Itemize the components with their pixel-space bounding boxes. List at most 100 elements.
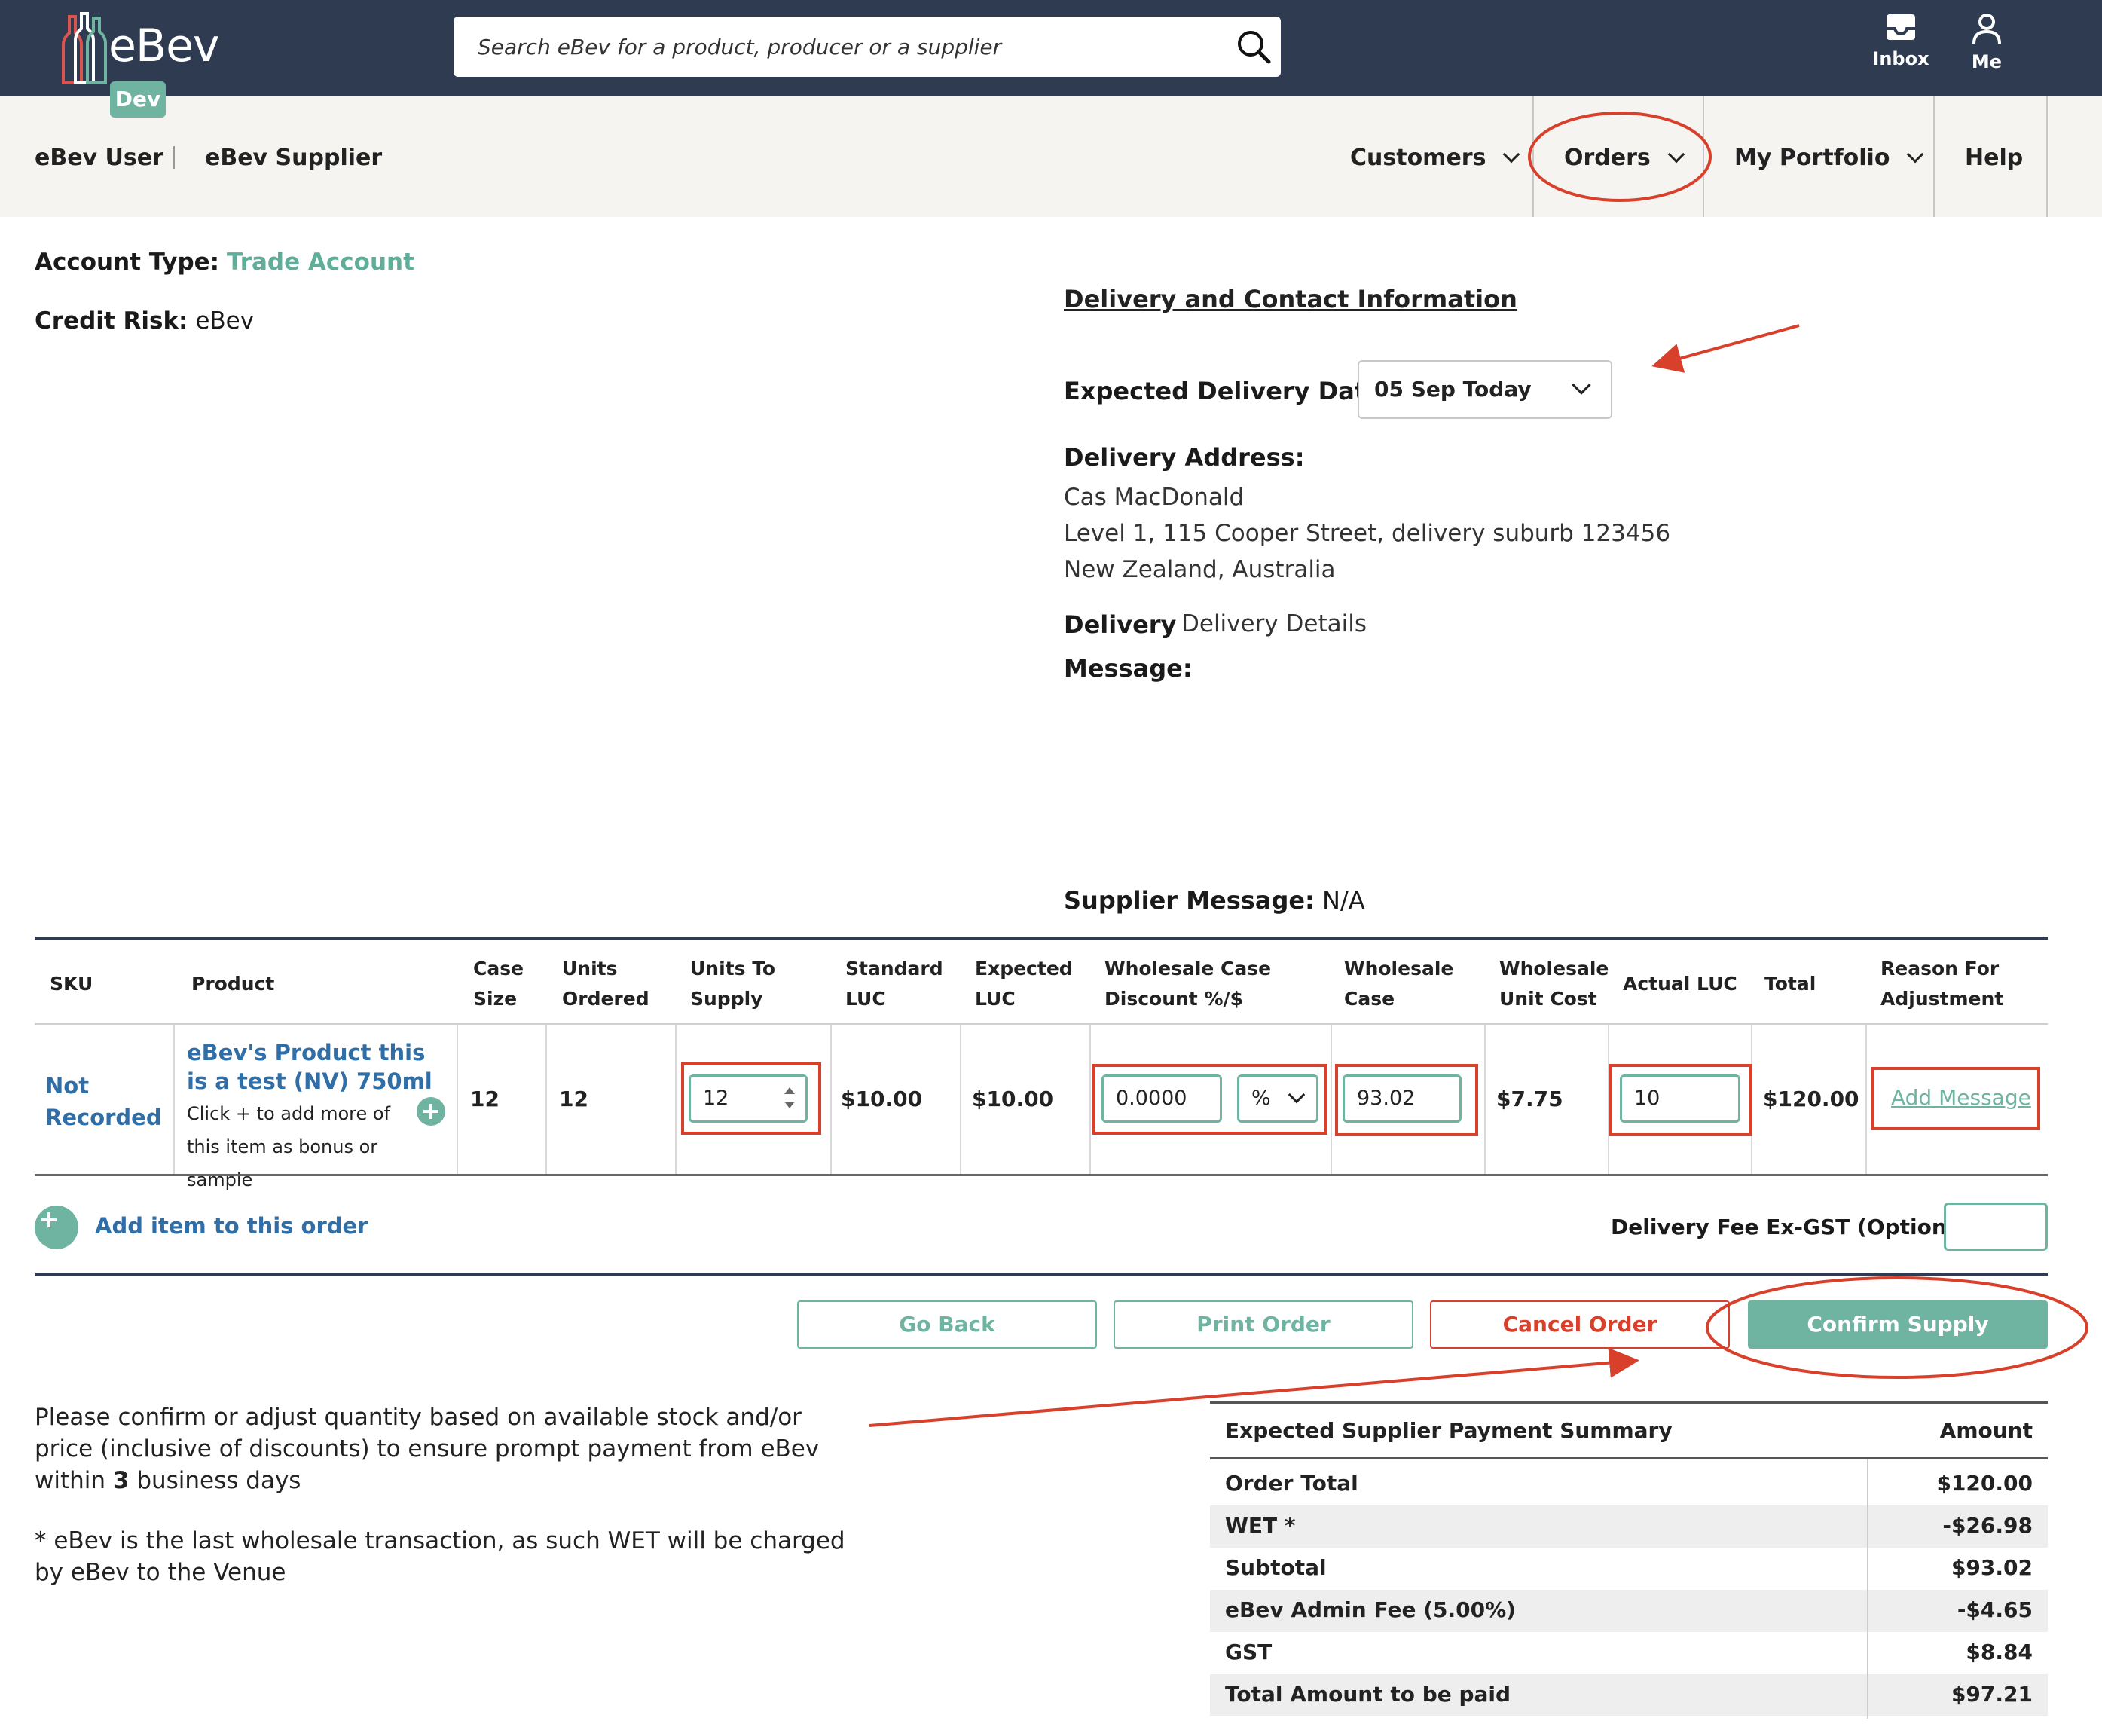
units-to-supply-value: 12: [703, 1087, 729, 1110]
summary-amount-header: Amount: [1939, 1418, 2033, 1443]
discount-type-select[interactable]: %: [1237, 1074, 1318, 1123]
header-line: Wholesale Case: [1104, 958, 1272, 980]
nav-supplier[interactable]: eBev Supplier: [205, 145, 382, 171]
go-back-button[interactable]: Go Back: [797, 1300, 1097, 1349]
me-button[interactable]: Me: [1945, 12, 2028, 84]
summary-row-value: $97.21: [1951, 1682, 2033, 1707]
address-line: New Zealand, Australia: [1064, 556, 1336, 583]
wet-note: * eBev is the last wholesale transaction…: [35, 1527, 845, 1586]
chevron-down-icon: [1288, 1086, 1306, 1104]
stepper-arrows-icon[interactable]: [784, 1087, 795, 1108]
discount-value: 0.0000: [1116, 1087, 1187, 1110]
summary-header: Expected Supplier Payment Summary Amount: [1210, 1410, 2048, 1453]
summary-row-value: $8.84: [1966, 1640, 2033, 1664]
search-bar: [454, 17, 1281, 77]
delivery-message-label: Delivery: [1064, 610, 1177, 639]
header-line: Wholesale: [1499, 958, 1609, 980]
nav-item-my-portfolio[interactable]: My Portfolio: [1734, 145, 1924, 171]
column-divider: [545, 1025, 547, 1174]
summary-title: Expected Supplier Payment Summary: [1225, 1418, 1673, 1443]
actual-luc-value: 10: [1634, 1087, 1661, 1110]
nav-item-orders[interactable]: Orders: [1564, 145, 1685, 171]
column-divider: [1865, 1025, 1867, 1174]
print-order-button[interactable]: Print Order: [1114, 1300, 1413, 1349]
header-line: Expected: [975, 958, 1073, 980]
add-item-plus-icon[interactable]: [35, 1206, 78, 1249]
header-line: Units: [562, 958, 618, 980]
units-to-supply-input[interactable]: 12: [689, 1074, 808, 1123]
env-badge: Dev: [110, 81, 166, 118]
chevron-down-icon: [1503, 145, 1520, 164]
address-line: Cas MacDonald: [1064, 484, 1245, 511]
column-header-case-size: Case Size: [473, 954, 524, 1014]
product-name-link[interactable]: eBev's Product this is a test (NV) 750ml: [187, 1038, 443, 1096]
search-icon[interactable]: [1233, 26, 1275, 68]
chevron-down-icon: [1667, 145, 1685, 164]
summary-row-label: eBev Admin Fee (5.00%): [1225, 1597, 1516, 1622]
wholesale-unit-cost-value: $7.75: [1496, 1087, 1563, 1111]
actual-luc-input[interactable]: 10: [1620, 1074, 1740, 1123]
delivery-message-value: Delivery Details: [1181, 610, 1367, 637]
column-header-wholesale-case-discount: Wholesale Case Discount %/$: [1104, 954, 1271, 1014]
confirm-instructions: Please confirm or adjust quantity based …: [35, 1401, 856, 1496]
add-message-link[interactable]: Add Message: [1891, 1085, 2031, 1110]
nav-item-customers-label: Customers: [1350, 145, 1486, 171]
column-header-units-ordered: Units Ordered: [562, 954, 649, 1014]
credit-risk: Credit Risk: eBev: [35, 307, 254, 335]
summary-row-value: -$26.98: [1942, 1513, 2033, 1538]
discount-value-input[interactable]: 0.0000: [1101, 1074, 1222, 1123]
account-type: Account Type: Trade Account: [35, 249, 414, 276]
table-row-top-border: [35, 1023, 2048, 1025]
column-divider: [960, 1025, 961, 1174]
cancel-order-button[interactable]: Cancel Order: [1430, 1300, 1730, 1349]
header-line: LUC: [845, 988, 886, 1010]
summary-row-value: $93.02: [1951, 1555, 2033, 1580]
case-size-value: 12: [470, 1087, 500, 1111]
column-header-actual-luc: Actual LUC: [1623, 973, 1737, 995]
delivery-fee-input[interactable]: [1944, 1203, 2048, 1251]
summary-row-label: GST: [1225, 1640, 1273, 1664]
summary-row-value: $120.00: [1936, 1471, 2033, 1496]
table-top-border: [35, 937, 2048, 940]
header-line: Reason For: [1880, 958, 2000, 980]
credit-risk-label: Credit Risk:: [35, 307, 188, 335]
header-line: Case: [1344, 988, 1395, 1010]
header-line: Units To: [690, 958, 776, 980]
confirm-supply-button[interactable]: Confirm Supply: [1748, 1300, 2048, 1349]
column-header-wholesale-case: Wholesale Case: [1344, 954, 1453, 1014]
summary-row-label: Subtotal: [1225, 1555, 1327, 1580]
sku-value[interactable]: Not Recorded: [45, 1070, 166, 1133]
supplier-message-value: N/A: [1322, 886, 1365, 915]
units-ordered-value: 12: [559, 1087, 588, 1111]
column-divider: [830, 1025, 832, 1174]
nav-item-customers[interactable]: Customers: [1350, 145, 1520, 171]
summary-row-label: Total Amount to be paid: [1225, 1682, 1511, 1707]
account-type-label: Account Type:: [35, 249, 220, 276]
chevron-down-icon: [1907, 145, 1924, 164]
expected-delivery-date-label: Expected Delivery Date:: [1064, 377, 1392, 405]
add-item-link[interactable]: Add item to this order: [95, 1213, 368, 1239]
nav-item-help[interactable]: Help: [1965, 145, 2023, 171]
supplier-message-label: Supplier Message:: [1064, 886, 1315, 915]
wholesale-case-input[interactable]: 93.02: [1343, 1074, 1462, 1123]
header-line: Case: [473, 958, 524, 980]
header-line: Wholesale: [1344, 958, 1454, 980]
header-line: Adjustment: [1880, 988, 2004, 1010]
brand-name[interactable]: eBev: [108, 20, 219, 72]
nav-user[interactable]: eBev User: [35, 145, 163, 171]
add-bonus-plus-icon[interactable]: [417, 1097, 445, 1126]
inbox-button[interactable]: Inbox: [1859, 12, 1942, 84]
discount-type-value: %: [1251, 1087, 1271, 1110]
expected-delivery-date-select[interactable]: 05 Sep Today: [1358, 360, 1612, 419]
search-input[interactable]: [454, 17, 1207, 77]
summary-row: WET * -$26.98: [1210, 1505, 2048, 1548]
supplier-message: Supplier Message: N/A: [1064, 886, 1365, 915]
column-divider: [1484, 1025, 1486, 1174]
nav-divider: [1532, 96, 1534, 217]
delivery-section-title: Delivery and Contact Information: [1064, 285, 1517, 313]
summary-row: Subtotal $93.02: [1210, 1548, 2048, 1590]
nav-divider: [1933, 96, 1935, 217]
header-line: LUC: [975, 988, 1016, 1010]
summary-column-divider: [1867, 1459, 1868, 1719]
column-header-units-to-supply: Units To Supply: [690, 954, 775, 1014]
